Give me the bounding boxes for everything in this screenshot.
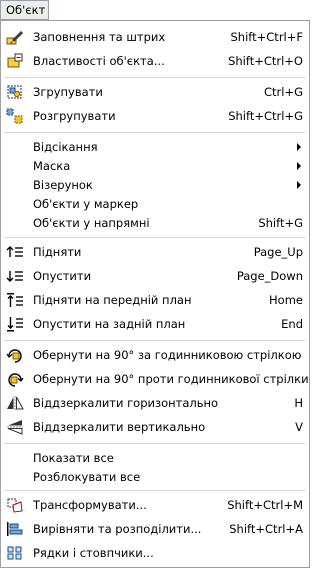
menu-item-shortcut: Shift+Ctrl+O <box>228 54 303 68</box>
separator <box>5 490 305 491</box>
menu-item-flip-vertical[interactable]: Віддзеркалити вертикально V <box>1 417 309 437</box>
menu-item-label: Обернути на 90° за годинниковою стрілкою <box>33 348 302 362</box>
flip-vertical-icon <box>6 419 24 435</box>
menu-object[interactable]: Об'єкт <box>0 0 49 20</box>
transform-icon <box>6 497 24 513</box>
separator <box>5 77 305 78</box>
menu-item-label: Відсікання <box>33 140 98 154</box>
menu-item-object-properties[interactable]: Властивості об'єкта... Shift+Ctrl+O <box>1 51 309 71</box>
object-properties-icon <box>6 53 24 69</box>
rotate-ccw-icon <box>6 371 24 387</box>
separator <box>5 340 305 341</box>
menu-item-shortcut: Shift+Ctrl+A <box>229 522 303 536</box>
menu-item-label: Опустити на задній план <box>33 317 186 331</box>
raise-to-top-icon <box>6 292 24 308</box>
menu-item-rows-columns[interactable]: Рядки і стовпчики... <box>1 543 309 563</box>
ungroup-icon <box>6 108 24 124</box>
menu-item-label: Рядки і стовпчики... <box>33 546 154 560</box>
menu-item-label: Трансформувати... <box>33 498 147 512</box>
rows-columns-icon <box>6 545 24 561</box>
menu-item-objects-to-marker[interactable]: Об'єкти у маркер <box>1 194 309 214</box>
menu-item-label: Опустити <box>33 269 92 283</box>
separator <box>5 443 305 444</box>
menu-item-shortcut: Shift+Ctrl+M <box>227 498 303 512</box>
menubar: Об'єкт <box>0 0 310 20</box>
menu-item-label: Заповнення та штрих <box>33 30 166 44</box>
menu-item-label: Підняти на передній план <box>33 293 192 307</box>
menu-item-clip[interactable]: Відсікання <box>1 137 309 157</box>
menu-item-label: Підняти <box>33 245 82 259</box>
menu-item-label: Віддзеркалити горизонтально <box>33 396 219 410</box>
menu-item-label: Показати все <box>33 451 114 465</box>
menu-item-align-distribute[interactable]: Вирівняти та розподілити... Shift+Ctrl+A <box>1 519 309 539</box>
raise-icon <box>6 244 24 260</box>
menu-item-label: Віддзеркалити вертикально <box>33 420 206 434</box>
menu-item-label: Об'єкти у маркер <box>33 197 139 211</box>
menu-item-shortcut: End <box>281 317 303 331</box>
menu-item-mask[interactable]: Маска <box>1 156 309 176</box>
menu-item-flip-horizontal[interactable]: Віддзеркалити горизонтально H <box>1 393 309 413</box>
fill-stroke-icon <box>6 29 24 45</box>
menu-item-label: Розгрупувати <box>33 109 116 123</box>
align-distribute-icon <box>6 521 24 537</box>
menu-item-lower-to-bottom[interactable]: Опустити на задній план End <box>1 314 309 334</box>
menu-item-raise-to-top[interactable]: Підняти на передній план Home <box>1 290 309 310</box>
submenu-arrow-icon <box>297 181 301 189</box>
lower-to-bottom-icon <box>6 316 24 332</box>
group-icon <box>6 84 24 100</box>
menu-item-label: Властивості об'єкта... <box>33 54 165 68</box>
menu-item-transform[interactable]: Трансформувати... Shift+Ctrl+M <box>1 495 309 515</box>
submenu-arrow-icon <box>297 143 301 151</box>
menu-item-shortcut: Shift+G <box>258 216 303 230</box>
menu-item-pattern[interactable]: Візерунок <box>1 175 309 195</box>
menu-item-label: Вирівняти та розподілити... <box>33 522 202 536</box>
menu-item-unhide-all[interactable]: Показати все <box>1 448 309 468</box>
menu-item-shortcut: H <box>294 396 303 410</box>
submenu-arrow-icon <box>297 162 301 170</box>
separator <box>5 237 305 238</box>
lower-icon <box>6 268 24 284</box>
menu-item-shortcut: Page_Up <box>253 245 303 259</box>
menu-item-raise[interactable]: Підняти Page_Up <box>1 242 309 262</box>
menu-item-label: Обернути на 90° проти годинникової стріл… <box>33 372 309 386</box>
menu-item-label: Згрупувати <box>33 85 103 99</box>
flip-horizontal-icon <box>6 395 24 411</box>
menu-item-label: Розблокувати все <box>33 470 141 484</box>
menu-item-ungroup[interactable]: Розгрупувати Shift+Ctrl+G <box>1 106 309 126</box>
menu-item-rotate-ccw[interactable]: Обернути на 90° проти годинникової стріл… <box>1 369 309 389</box>
menu-item-objects-to-guides[interactable]: Об'єкти у напрямні Shift+G <box>1 213 309 233</box>
menu-item-label: Об'єкти у напрямні <box>33 216 150 230</box>
rotate-cw-icon <box>6 347 24 363</box>
menu-item-label: Візерунок <box>33 178 93 192</box>
menu-item-shortcut: Ctrl+G <box>263 85 303 99</box>
menu-item-shortcut: Home <box>269 293 303 307</box>
separator <box>5 132 305 133</box>
menu-item-fill-stroke[interactable]: Заповнення та штрих Shift+Ctrl+F <box>1 27 309 47</box>
menu-item-group[interactable]: Згрупувати Ctrl+G <box>1 82 309 102</box>
object-menu: Заповнення та штрих Shift+Ctrl+F Властив… <box>0 20 310 568</box>
menu-item-shortcut: Page_Down <box>236 269 303 283</box>
menu-item-shortcut: Shift+Ctrl+F <box>230 30 304 44</box>
menu-item-shortcut: V <box>295 420 303 434</box>
menu-item-shortcut: Shift+Ctrl+G <box>228 109 303 123</box>
menu-item-rotate-cw[interactable]: Обернути на 90° за годинниковою стрілкою <box>1 345 309 365</box>
menu-item-unlock-all[interactable]: Розблокувати все <box>1 467 309 487</box>
menu-item-lower[interactable]: Опустити Page_Down <box>1 266 309 286</box>
menu-item-label: Маска <box>33 159 71 173</box>
